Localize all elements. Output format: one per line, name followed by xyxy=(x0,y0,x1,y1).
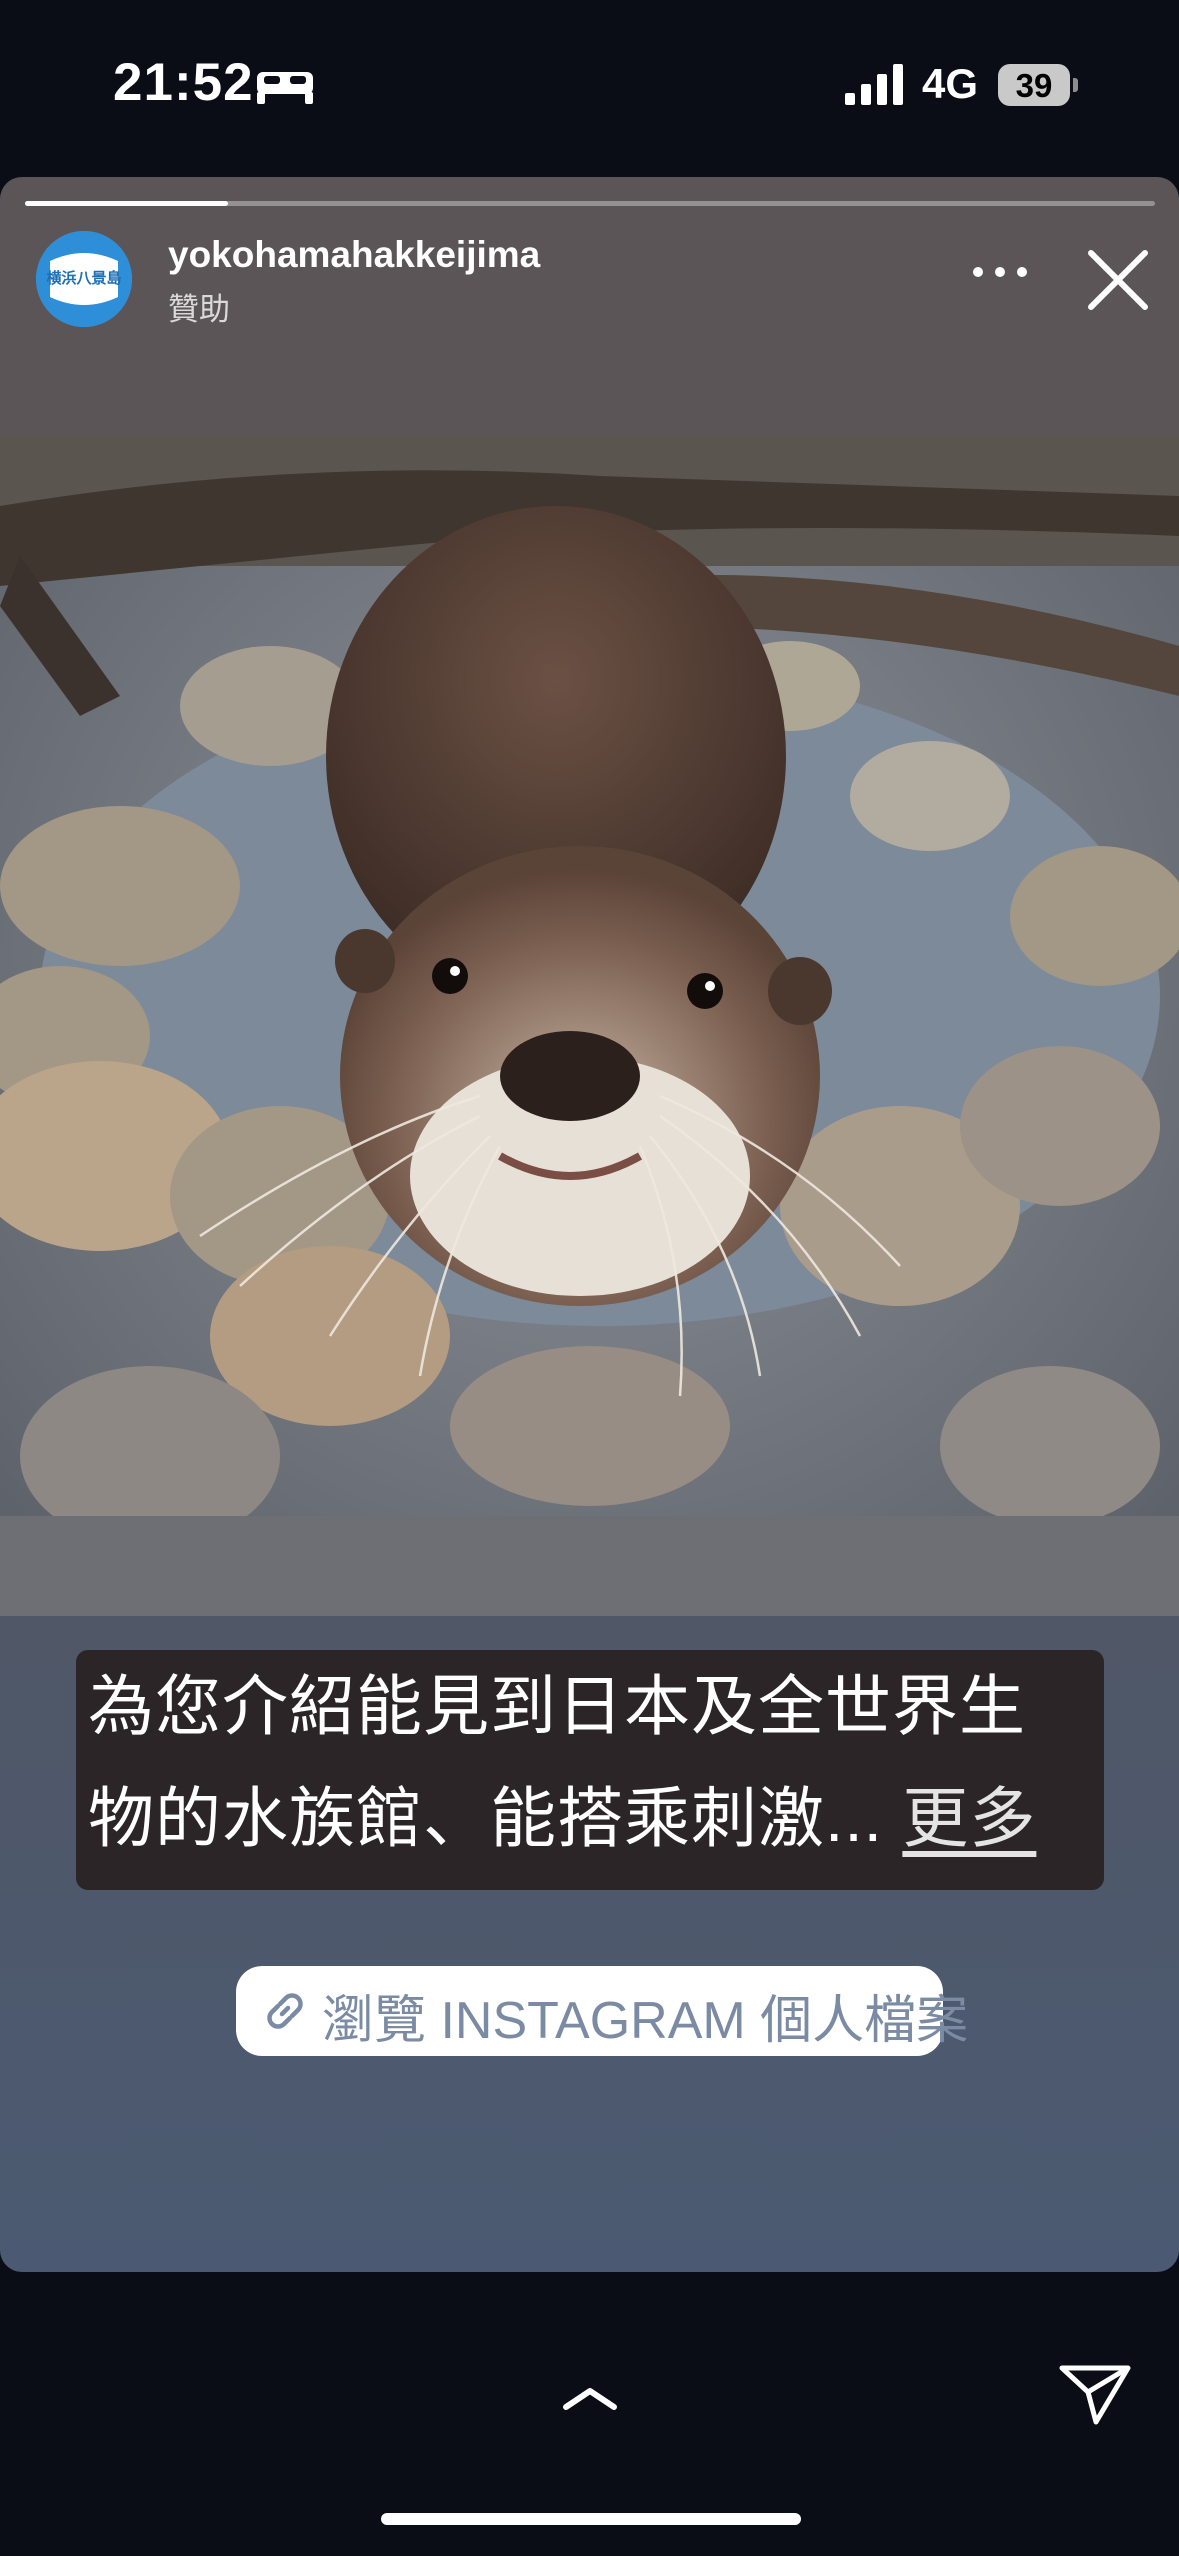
network-type: 4G xyxy=(922,60,979,107)
caption-more-link[interactable]: 更多 xyxy=(902,1781,1036,1855)
story-progress-bar xyxy=(25,201,1155,206)
view-profile-button[interactable]: 瀏覽 INSTAGRAM 個人檔案 xyxy=(236,1966,968,2056)
more-options-icon[interactable] xyxy=(970,257,1030,287)
caption-line-1: 為您介紹能見到日本及全世界生 xyxy=(88,1669,1026,1743)
send-icon[interactable] xyxy=(1058,2362,1132,2426)
status-time: 21:52 xyxy=(113,53,254,112)
close-icon[interactable] xyxy=(1085,247,1151,313)
sponsored-label: 贊助 xyxy=(168,292,230,327)
avatar-logo-text: 横浜八景島 xyxy=(46,270,122,287)
battery-indicator: 39 xyxy=(998,64,1078,106)
story-caption[interactable]: 為您介紹能見到日本及全世界生 物的水族館、能搭乘刺激... 更多 xyxy=(76,1650,1104,1890)
cellular-signal-icon xyxy=(845,64,903,105)
view-profile-label: 瀏覽 INSTAGRAM 個人檔案 xyxy=(322,1992,969,2050)
home-indicator[interactable] xyxy=(381,2513,801,2525)
story-photo xyxy=(0,436,1179,1616)
account-name[interactable]: yokohamahakkeijima xyxy=(168,234,540,276)
avatar[interactable]: 横浜八景島 xyxy=(36,231,132,327)
story-card[interactable]: 横浜八景島 yokohamahakkeijima 贊助 為您介紹能見到日本及全世… xyxy=(0,177,1179,2272)
link-icon xyxy=(267,1993,303,2029)
bed-icon xyxy=(257,72,313,104)
otter-photo xyxy=(0,436,1179,1616)
status-bar: 21:52 4G 39 xyxy=(0,0,1179,175)
story-progress-fill xyxy=(25,201,229,206)
chevron-up-icon[interactable] xyxy=(560,2383,620,2413)
caption-line-2: 物的水族館、能搭乘刺激... xyxy=(88,1781,884,1855)
battery-level: 39 xyxy=(1015,67,1053,104)
